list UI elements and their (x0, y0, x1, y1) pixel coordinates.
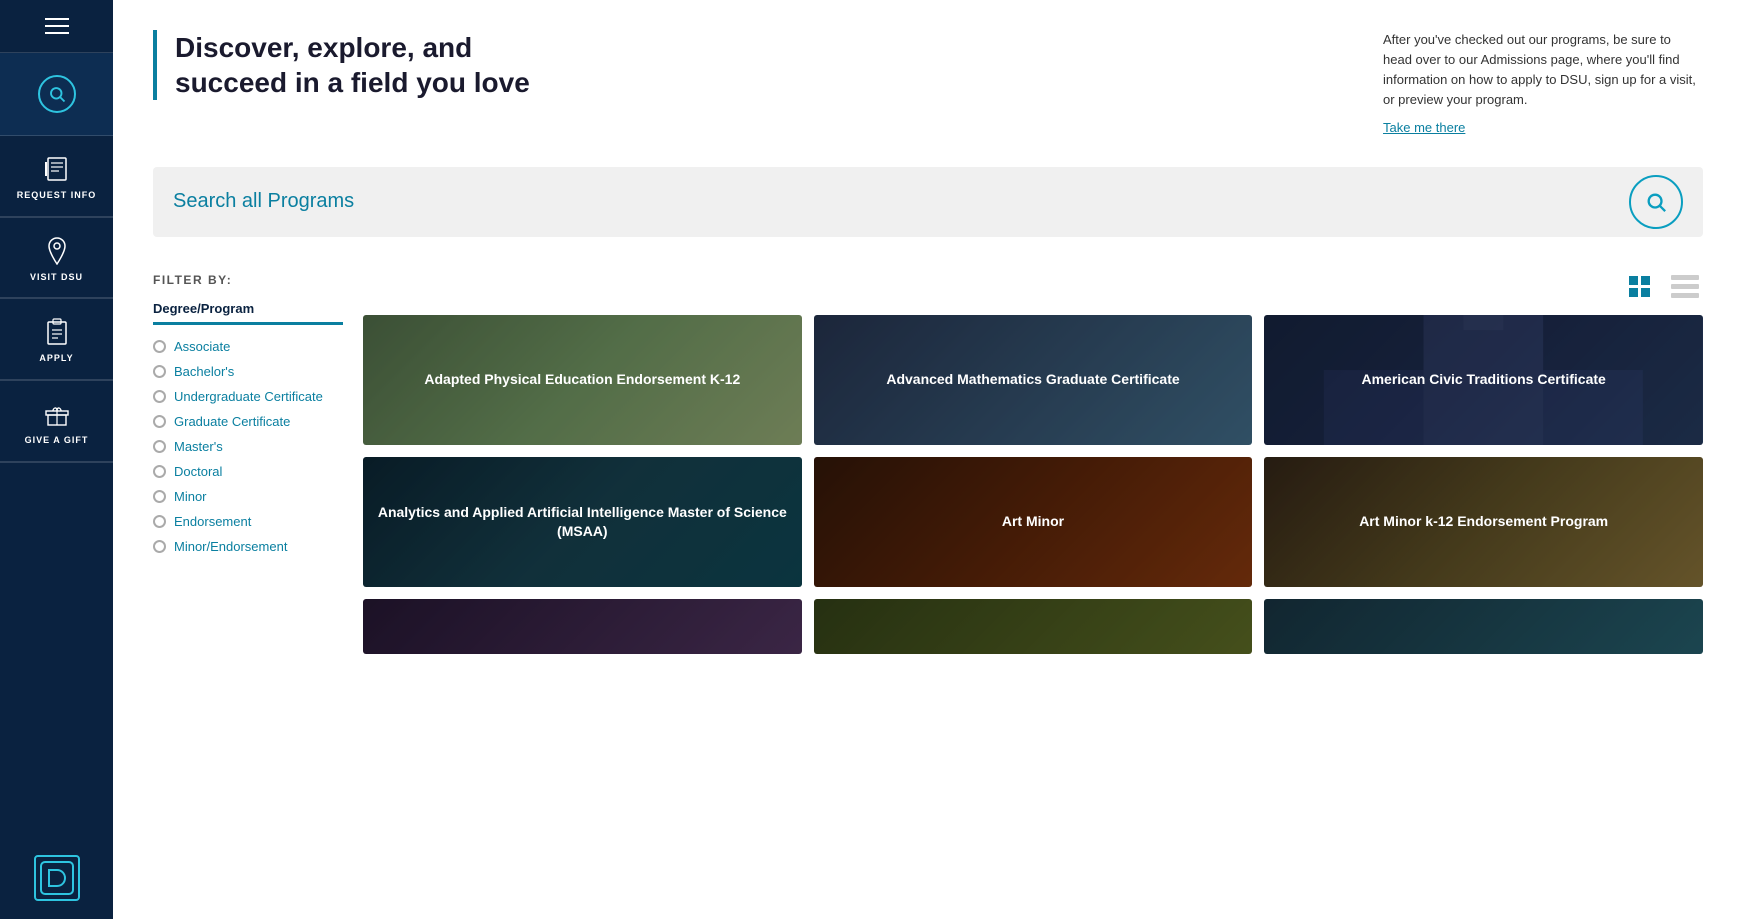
programs-grid-area: Adapted Physical Education Endorsement K… (363, 273, 1703, 654)
filter-label-undergrad-cert: Undergraduate Certificate (174, 389, 323, 404)
filter-label-masters: Master's (174, 439, 223, 454)
filter-radio-bachelors (153, 365, 166, 378)
search-bar[interactable]: Search all Programs (153, 167, 1703, 237)
filter-option-grad-cert[interactable]: Graduate Certificate (153, 414, 343, 429)
filter-label-bachelors: Bachelor's (174, 364, 234, 379)
hamburger-menu[interactable] (0, 0, 113, 53)
search-btn-icon (1645, 191, 1667, 213)
filter-tabs: Degree/Program (153, 301, 343, 325)
list-view-icon (1671, 275, 1699, 298)
filter-by-label: FILTER BY: (153, 273, 343, 287)
program-card-american-civic[interactable]: American Civic Traditions Certificate (1264, 315, 1703, 445)
filter-radio-undergrad-cert (153, 390, 166, 403)
program-card-analytics-ai[interactable]: Analytics and Applied Artificial Intelli… (363, 457, 802, 587)
sidebar-item-give-gift-label: GIVE A GIFT (25, 435, 89, 447)
filter-radio-doctoral (153, 465, 166, 478)
sidebar-item-give-gift[interactable]: GIVE A GIFT (0, 381, 113, 462)
take-me-there-link[interactable]: Take me there (1383, 120, 1465, 135)
filter-grid-row: FILTER BY: Degree/Program Associate Bach… (153, 273, 1703, 654)
sidebar-item-request-info[interactable]: REQUEST INFO (0, 136, 113, 217)
search-bar-label: Search all Programs (173, 190, 354, 213)
program-card-advanced-math[interactable]: Advanced Mathematics Graduate Certificat… (814, 315, 1253, 445)
sidebar-search-btn[interactable] (0, 53, 113, 136)
filter-label-endorsement: Endorsement (174, 514, 251, 529)
filter-label-minor: Minor (174, 489, 207, 504)
top-section: Discover, explore, and succeed in a fiel… (153, 30, 1703, 137)
filter-radio-minor (153, 490, 166, 503)
page-headline: Discover, explore, and succeed in a fiel… (175, 30, 575, 100)
search-circle-icon (38, 75, 76, 113)
admissions-description: After you've checked out our programs, b… (1383, 30, 1703, 111)
filter-label-associate: Associate (174, 339, 230, 354)
filter-label-doctoral: Doctoral (174, 464, 222, 479)
filter-option-bachelors[interactable]: Bachelor's (153, 364, 343, 379)
program-card-bottom-2[interactable] (814, 599, 1253, 654)
sidebar-item-apply-label: APPLY (39, 353, 73, 365)
admissions-info: After you've checked out our programs, b… (1383, 30, 1703, 137)
program-card-bg-bottom1 (363, 599, 802, 654)
program-card-bg-bottom2 (814, 599, 1253, 654)
clipboard-icon (42, 317, 72, 347)
list-view-button[interactable] (1667, 273, 1703, 301)
filter-radio-minor-endorsement (153, 540, 166, 553)
headline-section: Discover, explore, and succeed in a fiel… (153, 30, 1343, 100)
blue-accent-bar (153, 30, 157, 100)
hamburger-icon (45, 18, 69, 34)
grid-view-button[interactable] (1621, 273, 1657, 301)
filter-radio-endorsement (153, 515, 166, 528)
program-card-title-math: Advanced Mathematics Graduate Certificat… (814, 315, 1253, 445)
dsu-logo-icon (34, 855, 80, 901)
filter-option-doctoral[interactable]: Doctoral (153, 464, 343, 479)
filter-option-endorsement[interactable]: Endorsement (153, 514, 343, 529)
program-card-title-art-minor: Art Minor (814, 457, 1253, 587)
filter-panel: FILTER BY: Degree/Program Associate Bach… (153, 273, 343, 654)
filter-option-minor[interactable]: Minor (153, 489, 343, 504)
grid-view-icon (1629, 276, 1650, 297)
filter-radio-masters (153, 440, 166, 453)
program-card-adapted-physical-ed[interactable]: Adapted Physical Education Endorsement K… (363, 315, 802, 445)
program-card-bg-bottom3 (1264, 599, 1703, 654)
dsu-logo-container[interactable] (34, 855, 80, 901)
grid-controls (363, 273, 1703, 301)
gift-icon (42, 399, 72, 429)
main-content: Discover, explore, and succeed in a fiel… (113, 0, 1743, 919)
program-card-title-physical-ed: Adapted Physical Education Endorsement K… (363, 315, 802, 445)
search-submit-button[interactable] (1629, 175, 1683, 229)
program-card-title-civic: American Civic Traditions Certificate (1264, 315, 1703, 445)
program-card-art-endorsement[interactable]: Art Minor k-12 Endorsement Program (1264, 457, 1703, 587)
filter-label-minor-endorsement: Minor/Endorsement (174, 539, 287, 554)
sidebar: REQUEST INFO VISIT DSU APPLY (0, 0, 113, 919)
notebook-icon (42, 154, 72, 184)
filter-option-minor-endorsement[interactable]: Minor/Endorsement (153, 539, 343, 554)
sidebar-item-visit-dsu[interactable]: VISIT DSU (0, 218, 113, 299)
sidebar-item-apply[interactable]: APPLY (0, 299, 113, 380)
filter-option-masters[interactable]: Master's (153, 439, 343, 454)
filter-option-undergrad-cert[interactable]: Undergraduate Certificate (153, 389, 343, 404)
program-card-bottom-1[interactable] (363, 599, 802, 654)
program-card-title-art-endorsement: Art Minor k-12 Endorsement Program (1264, 457, 1703, 587)
filter-radio-associate (153, 340, 166, 353)
location-icon (42, 236, 72, 266)
filter-tab-degree-program[interactable]: Degree/Program (153, 301, 254, 322)
sidebar-item-visit-dsu-label: VISIT DSU (30, 272, 83, 284)
program-card-bottom-3[interactable] (1264, 599, 1703, 654)
sidebar-item-request-info-label: REQUEST INFO (17, 190, 97, 202)
programs-grid: Adapted Physical Education Endorsement K… (363, 315, 1703, 654)
program-card-art-minor[interactable]: Art Minor (814, 457, 1253, 587)
filter-radio-grad-cert (153, 415, 166, 428)
program-card-title-analytics: Analytics and Applied Artificial Intelli… (363, 457, 802, 587)
filter-option-associate[interactable]: Associate (153, 339, 343, 354)
filter-label-grad-cert: Graduate Certificate (174, 414, 290, 429)
